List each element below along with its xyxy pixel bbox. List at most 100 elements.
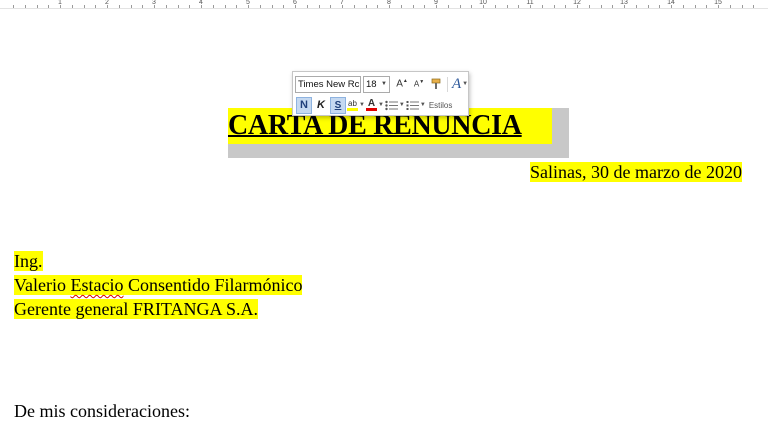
ruler-tick	[225, 5, 226, 8]
ruler-tick	[424, 5, 425, 8]
ruler-tick	[201, 5, 202, 8]
font-color-button[interactable]: A ▼	[365, 97, 384, 114]
ruler-tick	[518, 5, 519, 8]
chevron-down-icon: ▼	[398, 102, 405, 108]
chevron-down-icon: ▼	[377, 102, 384, 108]
chevron-down-icon: ▼	[381, 80, 387, 87]
underline-button[interactable]: S	[330, 96, 346, 114]
ruler-tick	[448, 5, 449, 8]
ruler-tick	[307, 5, 308, 8]
ruler-tick	[25, 5, 26, 8]
ruler-tick	[565, 5, 566, 8]
greeting-text: De mis consideraciones:	[14, 401, 190, 421]
ruler-tick	[330, 5, 331, 8]
ruler-tick	[60, 5, 61, 8]
date-line[interactable]: Salinas, 30 de marzo de 2020	[530, 161, 742, 183]
ruler-tick	[107, 5, 108, 8]
ruler-tick	[554, 5, 555, 8]
ruler-tick	[436, 5, 437, 8]
recipient-last-names: Consentido Filarmónico	[123, 275, 303, 295]
chevron-down-icon: ▼	[419, 102, 426, 108]
font-name-value: Times New Rc	[298, 78, 360, 90]
ruler-tick	[48, 5, 49, 8]
font-color-icon: A	[365, 98, 377, 111]
recipient-role: Gerente general FRITANGA S.A.	[14, 299, 259, 319]
ruler-tick	[683, 5, 684, 8]
recipient-title-line[interactable]: Ing.	[14, 250, 43, 272]
highlight-icon: ab	[347, 99, 358, 111]
ruler-tick	[577, 5, 578, 8]
ruler-tick	[601, 5, 602, 8]
ruler-tick	[671, 5, 672, 8]
shrink-font-icon: A▼	[413, 79, 425, 89]
greeting-line[interactable]: De mis consideraciones:	[14, 400, 190, 422]
ruler-tick	[166, 5, 167, 8]
ruler-tick	[507, 5, 508, 8]
ruler-tick	[589, 5, 590, 8]
underline-label: S	[334, 99, 342, 111]
ruler-tick	[248, 5, 249, 8]
styles-button[interactable]: A ▼	[452, 76, 468, 93]
bullet-list-icon	[385, 100, 398, 110]
ruler-tick	[13, 5, 14, 8]
ruler-tick	[730, 5, 731, 8]
ruler-tick	[742, 5, 743, 8]
ruler-tick	[706, 5, 707, 8]
ruler-tick	[260, 5, 261, 8]
ruler-tick	[530, 5, 531, 8]
ruler-tick	[483, 5, 484, 8]
ruler-tick	[272, 5, 273, 8]
toolbar-separator	[447, 76, 448, 92]
italic-button[interactable]: K	[313, 97, 329, 114]
toolbar-row-format: N K S ab ▼ A ▼ ▼ ▼ Estilos	[295, 95, 452, 115]
ruler-tick	[542, 5, 543, 8]
ruler-tick	[283, 5, 284, 8]
bold-label: N	[300, 99, 308, 111]
ruler-tick	[413, 5, 414, 8]
chevron-down-icon: ▼	[462, 81, 469, 87]
spellcheck-flagged-word[interactable]: Estacio	[70, 275, 123, 295]
font-name-select[interactable]: Times New Rc ▼	[295, 75, 361, 93]
italic-label: K	[317, 99, 325, 111]
ruler-tick	[154, 5, 155, 8]
highlight-color-button[interactable]: ab ▼	[347, 97, 365, 114]
grow-font-icon: A▲	[396, 78, 408, 90]
styles-icon: A	[452, 75, 462, 92]
ruler-tick	[636, 5, 637, 8]
recipient-first-name: Valerio	[14, 275, 71, 295]
ruler-tick	[37, 5, 38, 8]
toolbar-row-font: Times New Rc ▼ 18 ▼ A▲ A▼ A ▼	[295, 74, 468, 94]
ruler-tick	[495, 5, 496, 8]
ruler-tick	[354, 5, 355, 8]
chevron-down-icon: ▼	[359, 102, 365, 108]
ruler-tick	[401, 5, 402, 8]
bold-button[interactable]: N	[296, 96, 312, 114]
ruler-tick	[753, 5, 754, 8]
horizontal-ruler[interactable]: 1 2 3 4 5 6 7 8 9 10 11 12 13 14 15	[0, 0, 768, 9]
ruler-tick	[377, 5, 378, 8]
shrink-font-button[interactable]: A▼	[411, 76, 427, 93]
ruler-tick	[131, 5, 132, 8]
chevron-down-icon: ▼	[359, 77, 360, 92]
numbering-button[interactable]: ▼	[406, 97, 426, 114]
date-text: Salinas, 30 de marzo de 2020	[530, 162, 742, 182]
numbered-list-icon	[406, 100, 419, 110]
recipient-role-line[interactable]: Gerente general FRITANGA S.A.	[14, 298, 259, 320]
font-size-value: 18	[366, 78, 377, 90]
font-size-select[interactable]: 18 ▼	[363, 75, 390, 93]
ruler-tick	[72, 5, 73, 8]
ruler-tick	[366, 5, 367, 8]
grow-font-button[interactable]: A▲	[394, 76, 410, 93]
ruler-tick	[236, 5, 237, 8]
recipient-name: Valerio Estacio Consentido Filarmónico	[14, 275, 303, 295]
recipient-name-line[interactable]: Valerio Estacio Consentido Filarmónico	[14, 274, 303, 296]
ruler-tick	[718, 5, 719, 8]
ruler-tick	[612, 5, 613, 8]
ruler-tick	[84, 5, 85, 8]
bullets-button[interactable]: ▼	[385, 97, 405, 114]
ruler-tick	[295, 5, 296, 8]
format-painter-button[interactable]	[428, 76, 444, 93]
ruler-tick	[471, 5, 472, 8]
styles-label: Estilos	[428, 100, 453, 110]
ruler-tick	[213, 5, 214, 8]
